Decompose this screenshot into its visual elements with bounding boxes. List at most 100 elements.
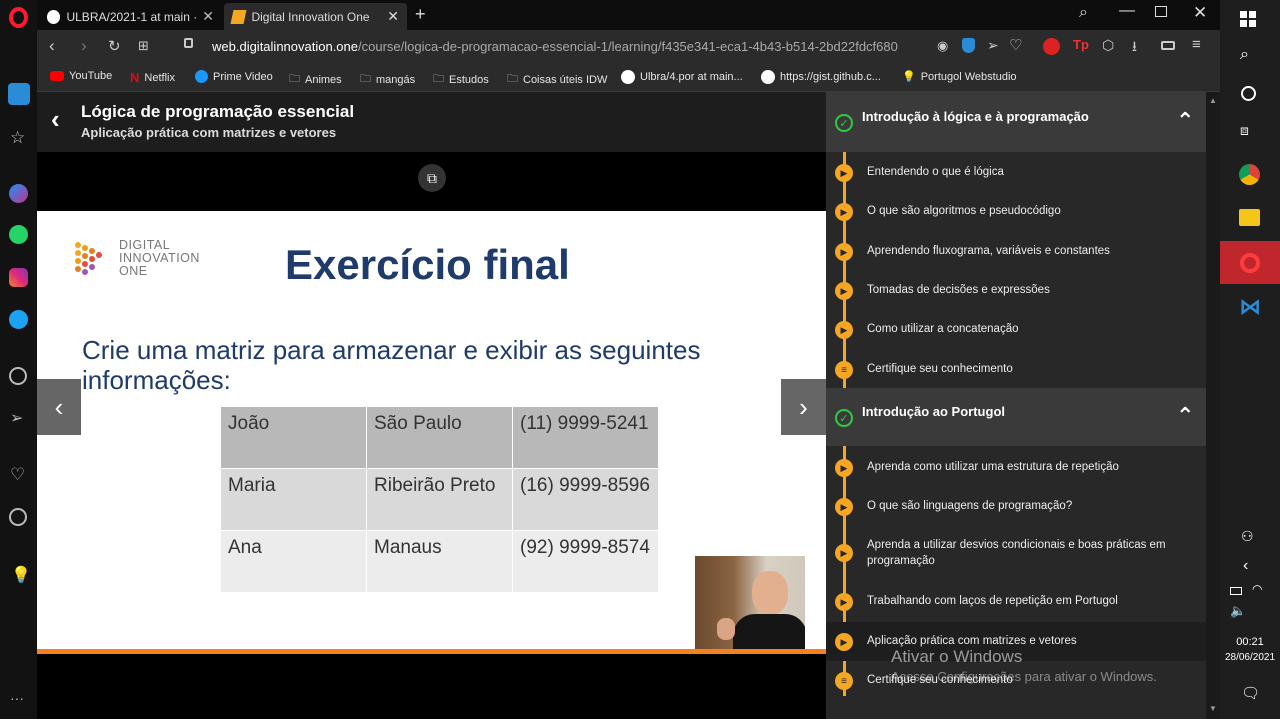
menu-icon[interactable]: ≡: [1192, 36, 1201, 53]
back-icon[interactable]: ‹: [49, 36, 55, 56]
close-icon[interactable]: ✕: [202, 8, 214, 25]
windows-start-icon[interactable]: [1240, 11, 1256, 27]
bookmark-portugol[interactable]: 💡 Portugol Webstudio: [902, 70, 1017, 84]
lock-icon: [184, 38, 193, 48]
battery-icon[interactable]: [1230, 587, 1242, 595]
adblock-icon[interactable]: [1043, 38, 1060, 55]
scroll-down-icon[interactable]: ▼: [1209, 704, 1217, 713]
playlist-item[interactable]: ▶ Aprenda a utilizar desvios condicionais…: [826, 525, 1206, 582]
table-cell: Maria: [220, 468, 367, 531]
extension-tp-icon[interactable]: Tp: [1073, 37, 1089, 52]
cortana-icon[interactable]: [1241, 86, 1256, 101]
item-label: O que são linguagens de programação?: [867, 500, 1073, 512]
minimize-icon[interactable]: —: [1119, 2, 1135, 20]
lesson-subtitle: Aplicação prática com matrizes e vetores: [81, 125, 337, 140]
chevron-left-icon[interactable]: ‹: [1243, 557, 1248, 575]
playlist-item[interactable]: ▶ Trabalhando com laços de repetição em P…: [826, 582, 1206, 622]
restore-icon[interactable]: [1155, 6, 1167, 17]
player-icon[interactable]: [9, 367, 27, 385]
dio-logo-icon: [73, 240, 105, 276]
play-icon: ▶: [835, 203, 853, 221]
scroll-up-icon[interactable]: ▲: [1209, 96, 1217, 105]
chevron-up-icon[interactable]: ⌃: [1176, 108, 1194, 134]
url-field[interactable]: web.digitalinnovation.one/course/logica-…: [212, 39, 898, 54]
chevron-up-icon[interactable]: ⌃: [1176, 403, 1194, 429]
bookmark-prime-video[interactable]: Prime Video: [195, 70, 273, 83]
playlist-item[interactable]: ▶ O que são algoritmos e pseudocódigo: [826, 191, 1206, 231]
tab-github[interactable]: ULBRA/2021-1 at main · di ✕: [39, 3, 222, 30]
bookmark-mangas[interactable]: 🗀 mangás: [360, 70, 415, 89]
cube-icon[interactable]: ⬡: [1102, 37, 1114, 54]
next-slide-button[interactable]: ›: [781, 379, 826, 435]
page-scrollbar[interactable]: ▲ ▼: [1206, 92, 1220, 719]
lightbulb-icon: 💡: [902, 71, 916, 83]
forward-icon[interactable]: ›: [81, 36, 87, 56]
playlist-item[interactable]: ▶ Entendendo o que é lógica: [826, 152, 1206, 191]
task-view-icon[interactable]: ⧈: [1240, 122, 1249, 139]
chrome-icon[interactable]: [1239, 164, 1260, 185]
playlist-item[interactable]: ▶ Aprendendo fluxograma, variáveis e cons…: [826, 231, 1206, 270]
github-icon: [761, 70, 775, 84]
shield-icon[interactable]: [962, 38, 975, 53]
new-tab-icon[interactable]: +: [415, 4, 426, 25]
more-icon[interactable]: ···: [10, 690, 24, 706]
wifi-icon[interactable]: ◠: [1252, 582, 1262, 596]
twitter-icon[interactable]: [9, 310, 28, 329]
playlist-item[interactable]: ≡ Certifique seu conhecimento: [826, 349, 1206, 388]
people-icon[interactable]: ⚇: [1241, 528, 1254, 545]
history-icon[interactable]: [9, 508, 27, 526]
search-icon[interactable]: ⌕: [1079, 4, 1088, 22]
clock-date[interactable]: 28/06/2021: [1220, 652, 1280, 663]
opera-logo-icon[interactable]: [9, 7, 28, 28]
section-header[interactable]: ✓ Introdução à lógica e à programação ⌃: [826, 92, 1206, 152]
volume-icon[interactable]: 🔈: [1230, 603, 1246, 619]
download-icon[interactable]: ⭳: [1132, 36, 1137, 60]
playlist-item[interactable]: ▶ Aprenda como utilizar uma estrutura de …: [826, 446, 1206, 486]
send-icon[interactable]: ➢: [987, 37, 999, 54]
play-icon: ▶: [835, 633, 853, 651]
table-cell: (11) 9999-5241: [512, 406, 659, 469]
close-icon[interactable]: ✕: [387, 8, 399, 25]
webcam-video: [695, 556, 805, 653]
star-icon[interactable]: ☆: [10, 128, 25, 148]
tab-label: Digital Innovation One: [251, 9, 370, 24]
section-title: Introdução à lógica e à programação: [862, 109, 1089, 124]
playlist-item[interactable]: ▶ O que são linguagens de programação?: [826, 486, 1206, 525]
github-icon: [621, 70, 635, 84]
bookmark-coisas-uteis[interactable]: 🗀 Coisas úteis IDW: [507, 70, 607, 89]
bookmark-gist[interactable]: https://gist.github.c...: [761, 70, 881, 84]
messenger-icon[interactable]: [9, 184, 28, 203]
battery-icon[interactable]: [1161, 41, 1175, 50]
heart-icon[interactable]: ♡: [10, 465, 25, 485]
send-icon[interactable]: ➢: [10, 408, 23, 428]
reload-icon[interactable]: ↻: [108, 37, 121, 55]
bookmark-netflix[interactable]: N Netflix: [130, 70, 175, 85]
instagram-icon[interactable]: [9, 268, 28, 287]
clock-time[interactable]: 00:21: [1220, 636, 1280, 648]
tab-digital-innovation[interactable]: Digital Innovation One ✕: [224, 3, 407, 30]
notifications-icon[interactable]: 🗨: [1241, 684, 1260, 702]
search-icon[interactable]: ⌕: [1240, 46, 1249, 64]
bookmark-youtube[interactable]: YouTube: [50, 70, 112, 82]
opera-taskbar-item[interactable]: [1220, 241, 1280, 284]
home-icon[interactable]: [8, 83, 30, 105]
file-explorer-icon[interactable]: [1239, 209, 1260, 226]
back-arrow-icon[interactable]: ‹: [51, 106, 60, 132]
bookmark-label: Coisas úteis IDW: [523, 73, 608, 86]
close-window-icon[interactable]: ✕: [1193, 3, 1207, 23]
whatsapp-icon[interactable]: [9, 225, 28, 244]
playlist-item[interactable]: ▶ Como utilizar a concatenação: [826, 309, 1206, 349]
vscode-icon[interactable]: ⋈: [1239, 294, 1261, 320]
speed-dial-icon[interactable]: ⊞: [138, 38, 149, 54]
lightbulb-icon[interactable]: 💡: [11, 565, 31, 585]
section-header[interactable]: ✓ Introdução ao Portugol ⌃: [826, 388, 1206, 446]
camera-icon[interactable]: ◉: [937, 38, 948, 54]
bookmark-animes[interactable]: 🗀 Animes: [289, 70, 342, 89]
heart-icon[interactable]: ♡: [1009, 36, 1022, 54]
playlist-item[interactable]: ▶ Tomadas de decisões e expressões: [826, 270, 1206, 309]
previous-slide-button[interactable]: ‹: [37, 379, 81, 435]
bookmark-ulbra[interactable]: Ulbra/4.por at main...: [621, 70, 743, 84]
url-domain: web.digitalinnovation.one: [212, 39, 358, 54]
bookmark-estudos[interactable]: 🗀 Estudos: [433, 70, 489, 89]
picture-in-picture-icon[interactable]: ⧉: [418, 164, 446, 192]
